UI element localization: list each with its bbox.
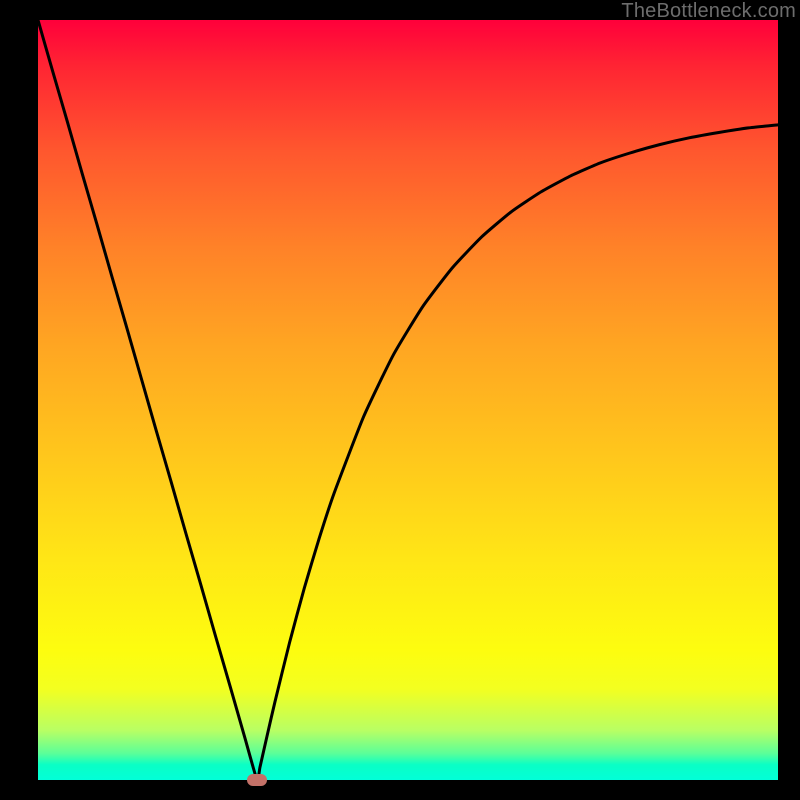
chart-frame — [38, 20, 778, 780]
chart-plotarea — [38, 20, 778, 780]
curve-minimum-marker — [247, 774, 267, 786]
